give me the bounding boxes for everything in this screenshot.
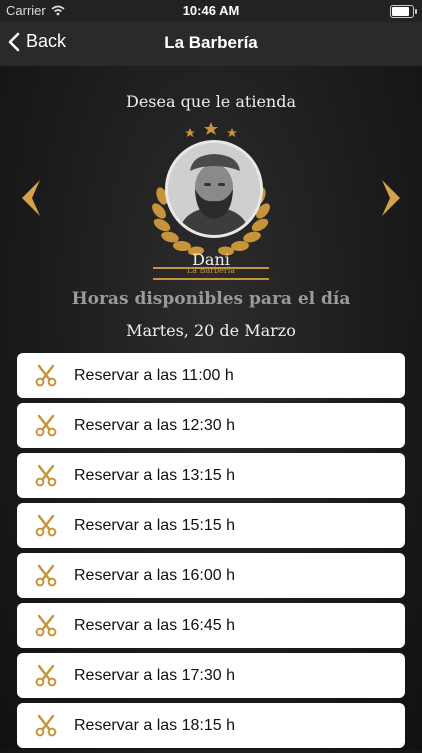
slot-label: Reservar a las 11:00 h (74, 366, 234, 384)
scissors-icon (34, 514, 58, 538)
scissors-icon (34, 414, 58, 438)
status-time: 10:46 AM (182, 3, 240, 18)
next-barber-button[interactable] (380, 178, 404, 218)
slot-label: Reservar a las 12:30 h (74, 416, 235, 434)
scissors-icon (34, 464, 58, 488)
barber-photo (165, 140, 263, 238)
slot-list: Reservar a las 11:00 h Reservar a las 12… (17, 353, 405, 753)
page-title: La Barbería (164, 33, 258, 52)
schedule-date: Martes, 20 de Marzo (126, 321, 296, 340)
slot-label: Reservar a las 16:00 h (74, 566, 235, 584)
status-bar: Carrier 10:46 AM (0, 0, 422, 22)
barber-prompt: Desea que le atienda (125, 92, 296, 111)
slot-row[interactable]: Reservar a las 12:30 h (17, 403, 405, 448)
arrow-right-icon (382, 180, 400, 216)
scissors-icon (34, 364, 58, 388)
slot-row[interactable]: Reservar a las 15:15 h (17, 503, 405, 548)
scissors-icon (34, 564, 58, 588)
slot-row[interactable]: Reservar a las 17:30 h (17, 653, 405, 698)
slot-label: Reservar a las 18:15 h (74, 716, 235, 734)
slot-row[interactable]: Reservar a las 16:00 h (17, 553, 405, 598)
scissors-icon (34, 714, 58, 738)
previous-barber-button[interactable] (18, 178, 42, 218)
scissors-icon (34, 664, 58, 688)
slot-label: Reservar a las 15:15 h (74, 516, 235, 534)
slot-label: Reservar a las 16:45 h (74, 616, 235, 634)
arrow-left-icon (22, 180, 40, 216)
battery-icon (390, 5, 417, 18)
slot-label: Reservar a las 17:30 h (74, 666, 235, 684)
scissors-icon (34, 614, 58, 638)
slot-label: Reservar a las 13:15 h (74, 466, 235, 484)
slot-row[interactable]: Reservar a las 18:15 h (17, 703, 405, 748)
slot-row[interactable]: Reservar a las 11:00 h (17, 353, 405, 398)
hours-title: Horas disponibles para el día (71, 289, 351, 309)
battery-fill (392, 7, 410, 16)
slot-row[interactable]: Reservar a las 16:45 h (17, 603, 405, 648)
slot-row[interactable]: Reservar a las 13:15 h (17, 453, 405, 498)
barber-shop-label: La Barbería (186, 266, 236, 275)
navigation-bar: Back La Barbería (0, 22, 422, 66)
barber-portrait-icon (168, 143, 260, 235)
